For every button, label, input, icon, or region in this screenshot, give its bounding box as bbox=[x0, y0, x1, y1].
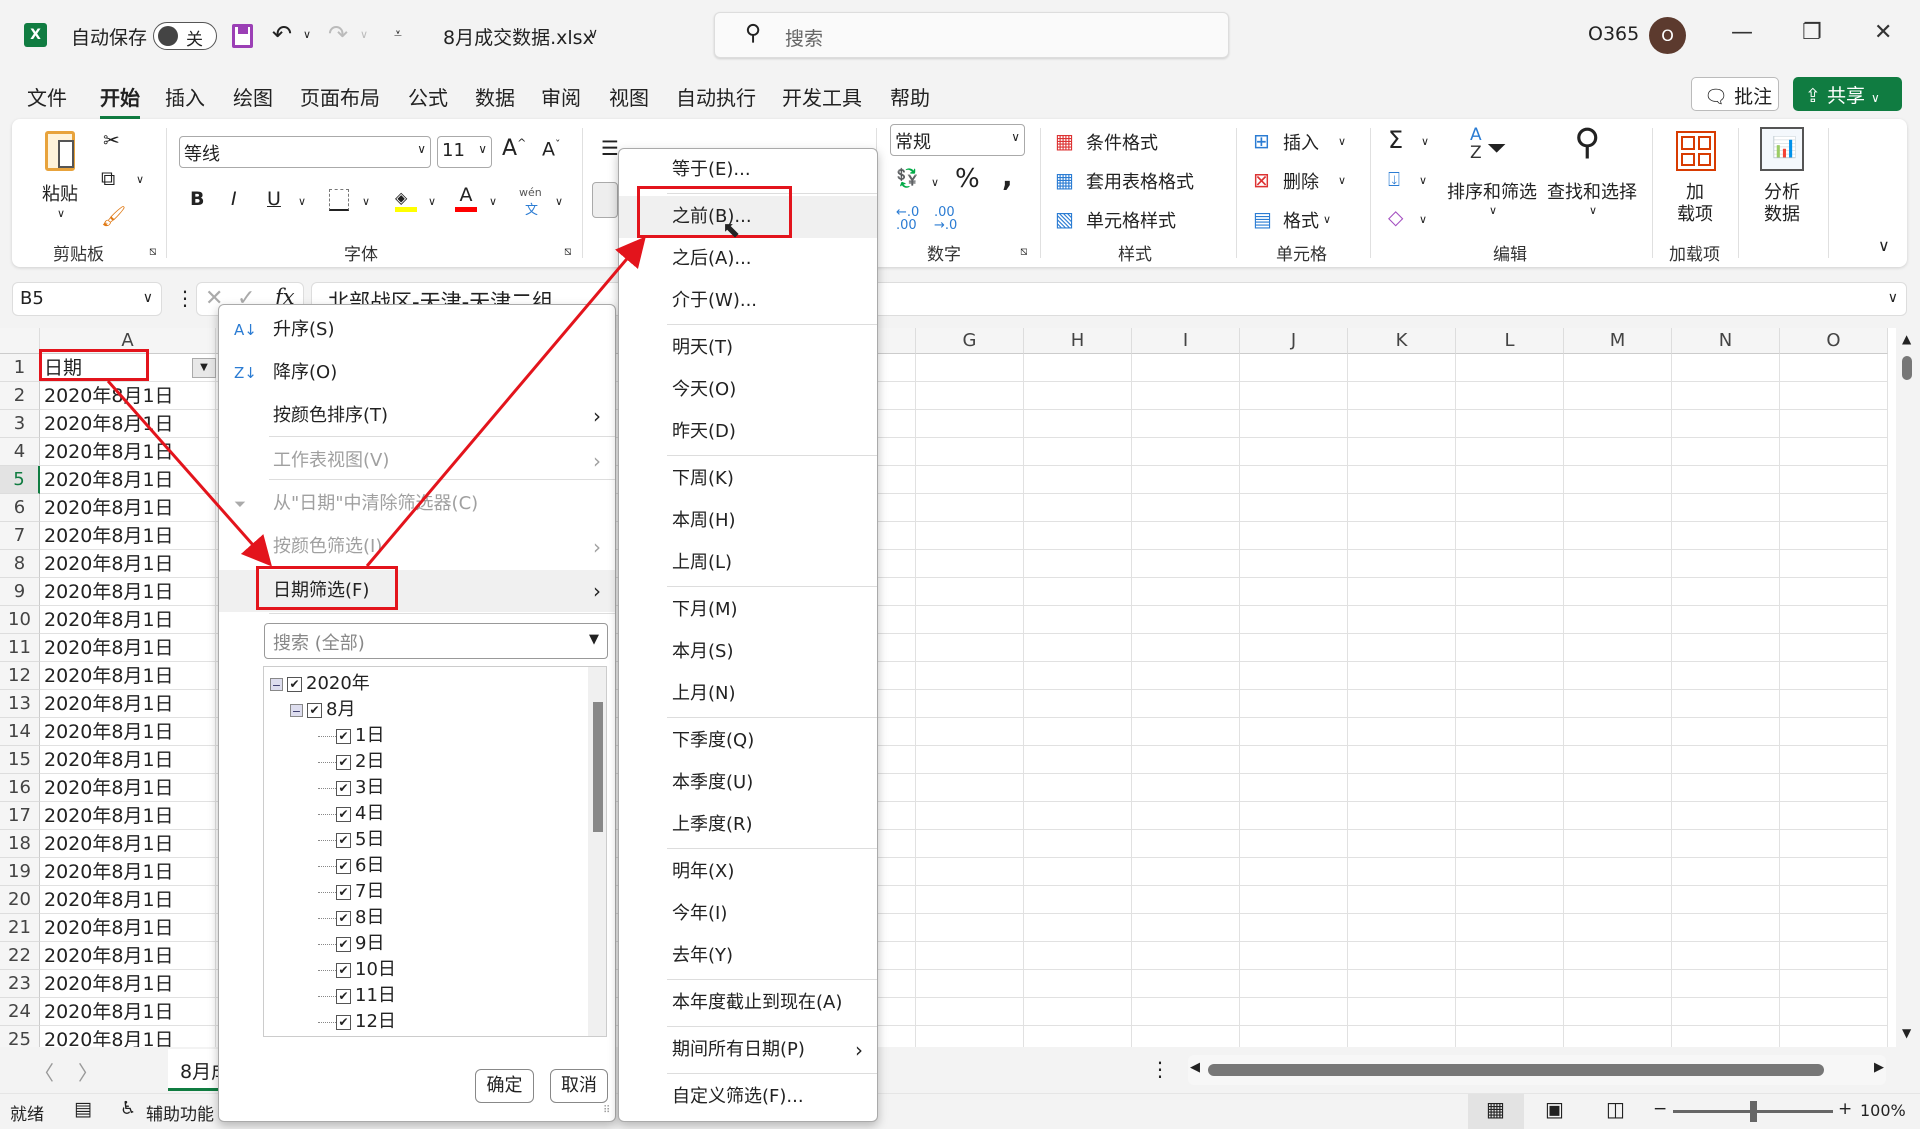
arrow-to-date-filter bbox=[106, 380, 272, 567]
annotation-arrows bbox=[106, 236, 646, 567]
arrow-to-before bbox=[365, 236, 646, 567]
mouse-cursor-icon: ⬉ bbox=[722, 218, 741, 243]
